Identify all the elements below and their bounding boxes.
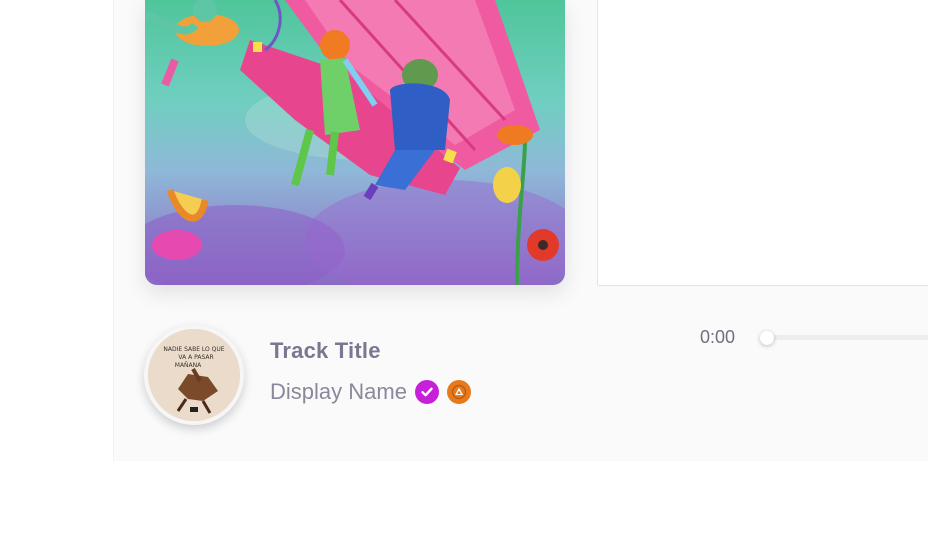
cover-line-1: NADIE SABE LO QUE: [163, 346, 224, 353]
album-thumbnail[interactable]: NADIE SABE LO QUE VA A PASAR MAÑANA: [144, 325, 244, 425]
tier-triangle-icon: [446, 380, 471, 404]
artist-row: Display Name: [270, 377, 471, 407]
progress-handle[interactable]: [760, 331, 774, 345]
elapsed-time: 0:00: [700, 327, 736, 347]
track-title[interactable]: Track Title: [270, 338, 381, 364]
album-cover-illustration: NADIE SABE LO QUE VA A PASAR MAÑANA: [148, 329, 240, 421]
progress-bar[interactable]: [765, 335, 928, 340]
cover-line-3: MAÑANA: [175, 362, 202, 369]
verified-check-icon: [414, 380, 439, 404]
album-cover-image: NADIE SABE LO QUE VA A PASAR MAÑANA: [148, 329, 240, 421]
side-panel-card: [597, 0, 928, 286]
track-artwork[interactable]: [145, 0, 565, 285]
cover-line-2: VA A PASAR: [178, 354, 213, 361]
artwork-illustration: [145, 0, 565, 285]
artist-display-name[interactable]: Display Name: [270, 379, 407, 405]
